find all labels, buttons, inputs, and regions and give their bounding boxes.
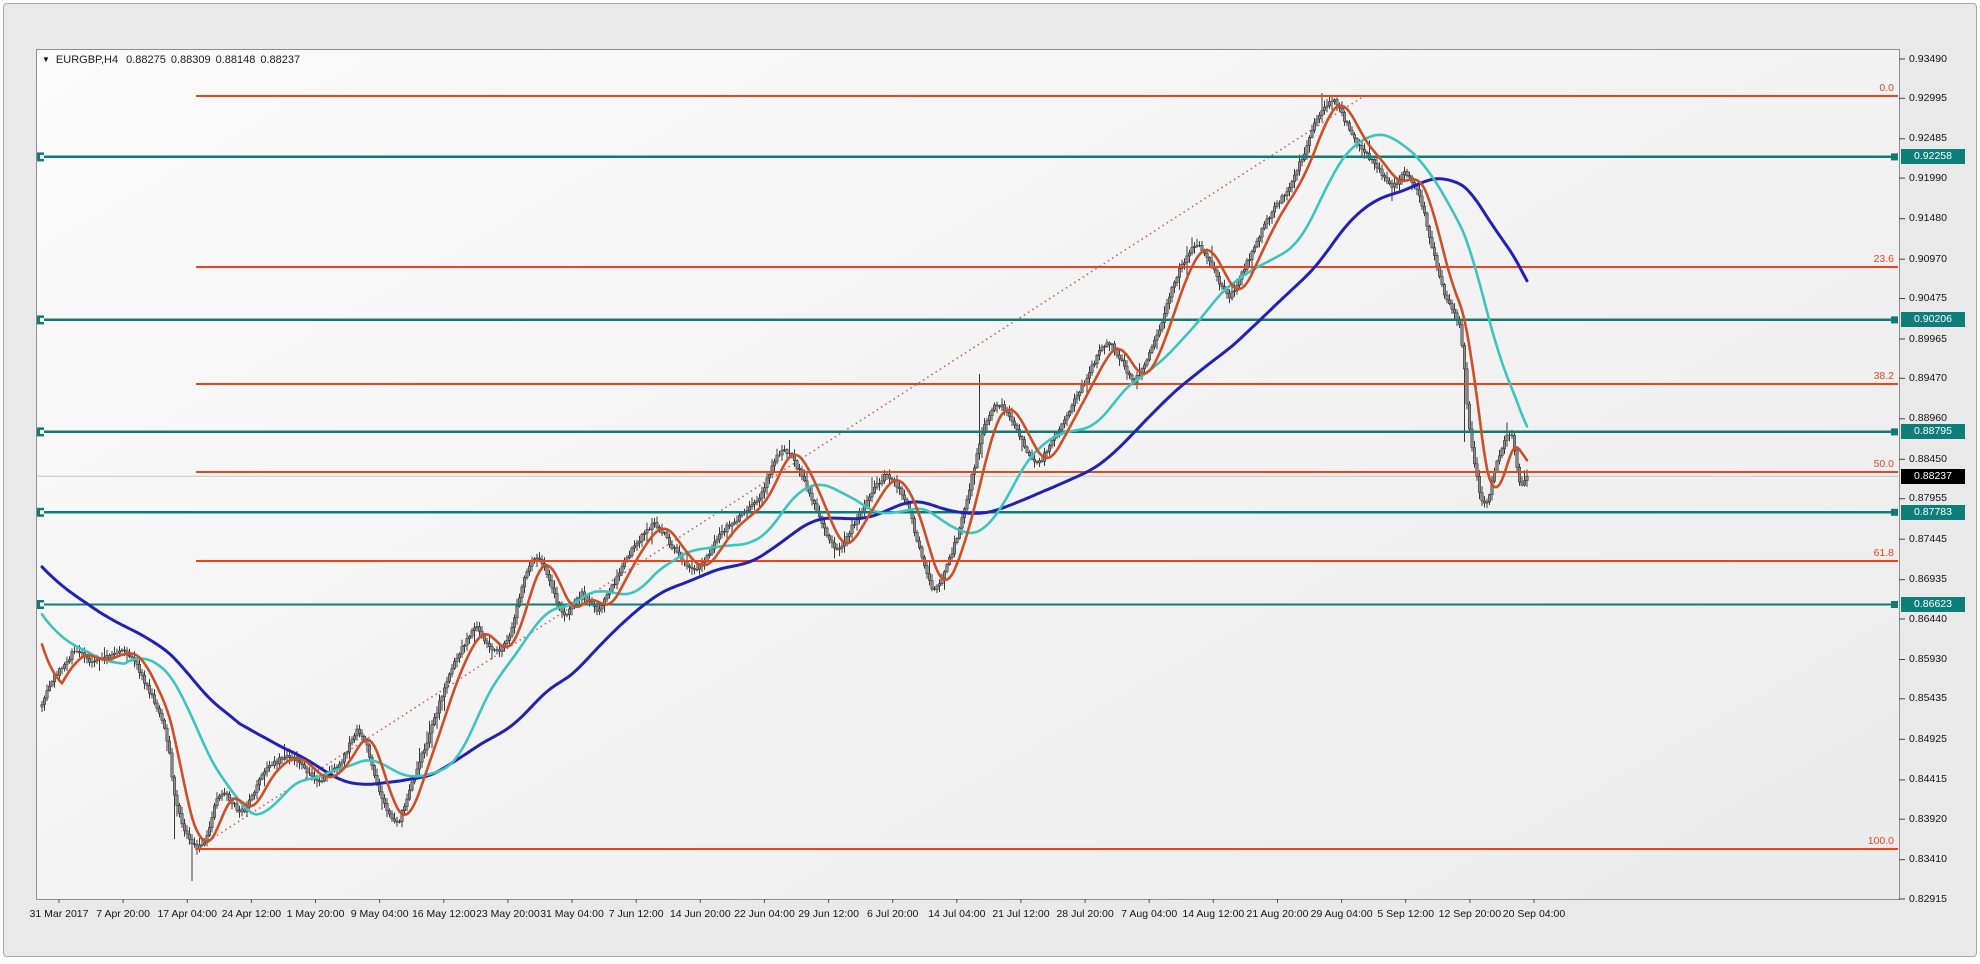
price-axis-label: 0.92485 [1909,132,1947,145]
level-price-badge: 0.87783 [1901,504,1965,520]
level-price-badge: 0.86623 [1901,596,1965,612]
price-axis-label: 0.89965 [1909,332,1947,345]
price-axis-label: 0.83920 [1909,812,1947,825]
quote-low: 0.88148 [215,54,256,66]
time-axis-label: 17 Apr 04:00 [157,908,218,920]
level-left-marker-notch [40,429,44,434]
time-axis-label: 22 Jun 04:00 [734,908,795,920]
price-axis-label: 0.92995 [1909,91,1947,104]
price-axis-label: 0.85930 [1909,653,1947,665]
time-axis-label: 29 Jun 12:00 [798,908,859,920]
time-axis-label: 28 Jul 20:00 [1056,908,1114,920]
quote-high: 0.88309 [170,54,211,66]
symbol-timeframe-label: EURGBP,H4 [55,54,119,66]
level-left-marker-notch [40,510,44,515]
time-axis-label: 9 May 04:00 [350,908,409,920]
chart-window: ▼ EURGBP,H4 0.88275 0.88309 0.88148 0.88237 0… [3,3,1977,957]
quote-close: 0.88237 [260,54,301,66]
time-axis-label: 7 Jun 12:00 [608,908,664,920]
fib-level-label: 61.8 [1873,547,1894,559]
chart-title: ▼ EURGBP,H4 0.88275 0.88309 0.88148 0.88237 [42,54,305,66]
price-axis-label: 0.83410 [1909,853,1947,866]
price-axis-label: 0.88450 [1909,452,1947,465]
ma-slow-line [40,177,1529,786]
price-axis-label: 0.91990 [1909,171,1947,184]
level-price-badge: 0.88795 [1901,424,1965,440]
price-axis-label: 0.88960 [1909,412,1947,425]
current-price-badge: 0.88237 [1901,468,1965,484]
time-axis-label: 14 Jun 20:00 [669,908,731,920]
fib-level-label: 50.0 [1873,457,1894,470]
price-axis-label: 0.84415 [1909,773,1947,786]
time-axis-label: 29 Aug 04:00 [1310,908,1373,920]
level-right-marker [1891,601,1898,608]
time-axis-label: 14 Jul 04:00 [928,908,986,920]
ma-fast-line [40,104,1529,843]
quote-open: 0.88275 [126,54,166,66]
time-axis-label: 24 Apr 12:00 [221,908,282,920]
time-axis-label: 1 May 20:00 [286,908,345,920]
time-axis-label: 31 Mar 2017 [29,908,89,920]
time-axis-label: 14 Aug 12:00 [1182,908,1245,920]
time-axis-label: 12 Sep 20:00 [1438,908,1502,920]
price-axis-label: 0.90475 [1909,291,1947,304]
level-left-marker-notch [40,154,44,159]
price-axis-label: 0.90970 [1909,252,1947,265]
fib-level-label: 38.2 [1873,370,1894,383]
time-axis-label: 20 Sep 04:00 [1502,908,1566,920]
fib-level-label: 0.0 [1879,82,1894,94]
time-axis-label: 7 Aug 04:00 [1121,908,1178,920]
price-axis-label: 0.85435 [1909,692,1947,705]
time-axis-label: 7 Apr 20:00 [96,908,150,920]
candle-wicks [41,93,1528,881]
level-left-marker-notch [40,602,44,607]
price-axis-label: 0.86935 [1909,573,1947,586]
fib-level-label: 100.0 [1867,834,1894,847]
level-left-marker-notch [40,317,44,322]
time-axis-label: 31 May 04:00 [540,908,604,920]
time-axis-label: 21 Jul 12:00 [992,908,1050,920]
level-price-badge: 0.90206 [1901,312,1965,328]
symbol-dropdown-icon[interactable]: ▼ [42,55,50,64]
price-axis-label: 0.91480 [1909,212,1947,225]
time-axis-label: 5 Sep 12:00 [1377,908,1435,920]
ma-medium-line [40,133,1529,816]
price-axis-label: 0.86440 [1909,612,1947,625]
level-right-marker [1891,316,1898,324]
price-axis-label: 0.87955 [1909,492,1947,505]
time-axis-label: 16 May 12:00 [411,908,476,920]
level-right-marker [1891,428,1898,436]
level-right-marker [1891,153,1898,161]
price-axis-label: 0.89470 [1909,371,1947,384]
price-axis-label: 0.87445 [1909,532,1947,545]
time-axis-label: 23 May 20:00 [476,908,540,920]
price-axis-label: 0.84925 [1909,732,1947,745]
time-axis-label: 6 Jul 20:00 [867,908,919,920]
fib-level-label: 23.6 [1873,252,1894,265]
level-right-marker [1891,508,1898,516]
time-axis-label: 21 Aug 20:00 [1246,908,1309,920]
price-axis-label: 0.82915 [1909,892,1947,905]
price-axis-label: 0.93490 [1909,52,1947,65]
chart-canvas[interactable] [4,4,1980,964]
level-price-badge: 0.92258 [1901,149,1965,165]
